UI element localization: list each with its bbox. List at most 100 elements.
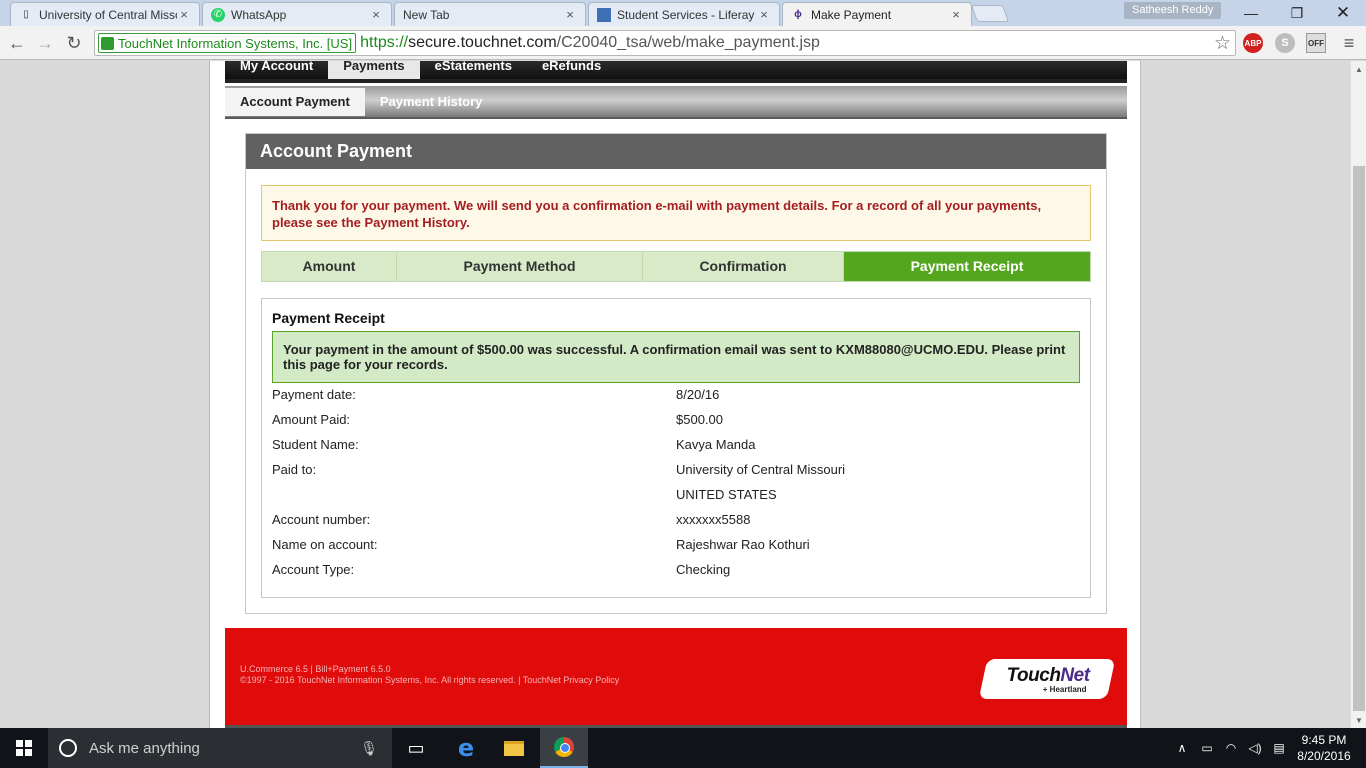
page-scrollbar[interactable]: ▲ ▼ [1350,61,1366,728]
row-value: University of Central Missouri [676,462,846,477]
row-label: Account Type: [272,562,355,577]
row-value: 8/20/16 [676,387,720,402]
volume-icon[interactable]: ◁) [1244,728,1266,768]
file-explorer-icon[interactable] [490,728,538,768]
tab-title: WhatsApp [231,7,287,22]
success-message: Your payment in the amount of $500.00 wa… [272,331,1080,383]
tab-whatsapp[interactable]: ✆ WhatsApp × [202,2,392,26]
logo-net: Net [1060,664,1090,686]
url-text[interactable]: https://secure.touchnet.com/C20040_tsa/w… [360,34,820,52]
receipt-row: Account Type: Checking [272,562,1080,582]
row-value: Kavya Manda [676,437,756,452]
nav-estatements[interactable]: eStatements [420,61,527,79]
touchnet-icon: ϕ [794,9,802,20]
tab-title: Make Payment [811,7,892,22]
reload-icon[interactable]: ↻ [63,32,85,54]
receipt-heading: Payment Receipt [272,310,385,326]
close-icon[interactable]: × [949,7,963,22]
step-amount: Amount [262,252,397,281]
receipt-row: UNITED STATES [272,487,1080,507]
payment-receipt: Payment Receipt Your payment in the amou… [261,298,1091,598]
forward-icon[interactable]: → [34,32,56,54]
thank-you-notice: Thank you for your payment. We will send… [261,185,1091,241]
task-view-icon[interactable]: ▭ [392,728,440,768]
logo-touch: Touch [1006,664,1061,686]
sub-nav: Account Payment Payment History [225,86,1127,119]
close-icon[interactable]: × [177,7,191,22]
whatsapp-icon: ✆ [211,7,225,22]
tab-liferay[interactable]: Student Services - Liferay × [588,2,780,26]
windows-icon [16,740,32,756]
receipt-row: Amount Paid: $500.00 [272,412,1080,432]
start-button[interactable] [0,728,48,768]
new-tab-button[interactable] [970,5,1010,22]
chrome-icon[interactable] [540,728,588,768]
extension-off-icon[interactable]: OFF [1306,33,1326,53]
address-bar[interactable]: TouchNet Information Systems, Inc. [US] … [94,30,1236,56]
row-value: $500.00 [676,412,723,427]
browser-tabstrip: ▯ University of Central Missouri × ✆ Wha… [0,0,1366,26]
tab-ucmo[interactable]: ▯ University of Central Missouri × [10,2,200,26]
search-placeholder: Ask me anything [89,739,200,757]
footer-copyright[interactable]: ©1997 - 2016 TouchNet Information System… [240,675,619,686]
scroll-down-icon[interactable]: ▼ [1351,712,1366,728]
row-label: Paid to: [272,462,317,477]
step-confirmation: Confirmation [643,252,844,281]
page-title: Account Payment [246,134,1106,169]
clock-date: 8/20/2016 [1297,749,1351,763]
receipt-row: Name on account: Rajeshwar Rao Kothuri [272,537,1080,557]
page-viewport: My Account Payments eStatements eRefunds… [0,61,1350,728]
subnav-payment-history[interactable]: Payment History [365,88,498,116]
menu-icon[interactable]: ≡ [1338,32,1360,54]
scroll-up-icon[interactable]: ▲ [1351,61,1366,77]
microphone-icon[interactable]: 🎙 [360,740,378,757]
nav-payments[interactable]: Payments [328,61,420,79]
secure-label: TouchNet Information Systems, Inc. [US] [118,35,353,51]
skype-icon[interactable]: S [1275,33,1295,53]
tab-newtab[interactable]: New Tab × [394,2,586,26]
secure-chip[interactable]: TouchNet Information Systems, Inc. [US] [98,33,357,53]
touchnet-logo: TouchNet + Heartland [978,659,1116,699]
cortana-search[interactable]: Ask me anything 🎙 [48,728,392,768]
url-path: /C20040_tsa/web/make_payment.jsp [556,34,820,51]
nav-my-account[interactable]: My Account [225,61,328,79]
url-host: secure.touchnet.com [408,34,557,51]
wifi-icon[interactable]: ◠ [1220,728,1242,768]
notifications-icon[interactable]: ▤ [1266,728,1292,768]
logo-subtitle: + Heartland [1042,684,1087,694]
system-clock[interactable]: 9:45 PM 8/20/2016 [1294,732,1354,764]
footer-version: U.Commerce 6.5 | Bill+Payment 6.5.0 [240,664,391,674]
tab-make-payment[interactable]: ϕ Make Payment × [782,2,972,26]
taskbar: Ask me anything 🎙 ▭ e ∧ ▭ ◠ ◁) 9:45 PM 8… [0,728,1366,768]
bookmark-star-icon[interactable]: ☆ [1214,32,1231,55]
edge-icon[interactable]: e [442,728,490,768]
tray-chevron-icon[interactable]: ∧ [1172,728,1192,768]
restore-icon[interactable]: ❐ [1274,0,1320,26]
row-label: Amount Paid: [272,412,351,427]
close-icon[interactable]: × [369,7,383,22]
close-icon[interactable]: × [563,7,577,22]
subnav-account-payment[interactable]: Account Payment [225,87,365,116]
liferay-icon [597,7,611,22]
footer-text: U.Commerce 6.5 | Bill+Payment 6.5.0 ©199… [240,664,619,686]
tab-title: University of Central Missouri [39,7,177,22]
adblock-icon[interactable]: ABP [1243,33,1263,53]
main-nav: My Account Payments eStatements eRefunds [225,61,1127,83]
profile-button[interactable]: Satheesh Reddy [1124,2,1222,19]
clock-time: 9:45 PM [1301,733,1347,747]
payment-steps: Amount Payment Method Confirmation Payme… [261,251,1091,282]
window-close-icon[interactable]: ✕ [1320,0,1366,26]
page-container: My Account Payments eStatements eRefunds… [209,61,1141,728]
page-footer: U.Commerce 6.5 | Bill+Payment 6.5.0 ©199… [225,628,1127,728]
row-label: Account number: [272,512,371,527]
row-value: Checking [676,562,731,577]
scroll-thumb[interactable] [1353,166,1365,711]
tab-title: New Tab [403,7,450,22]
step-payment-method: Payment Method [397,252,643,281]
nav-erefunds[interactable]: eRefunds [527,61,616,79]
minimize-icon[interactable]: — [1228,0,1274,26]
close-icon[interactable]: × [757,7,771,22]
tab-title: Student Services - Liferay [617,7,755,22]
back-icon[interactable]: ← [6,32,28,54]
battery-icon[interactable]: ▭ [1196,728,1218,768]
